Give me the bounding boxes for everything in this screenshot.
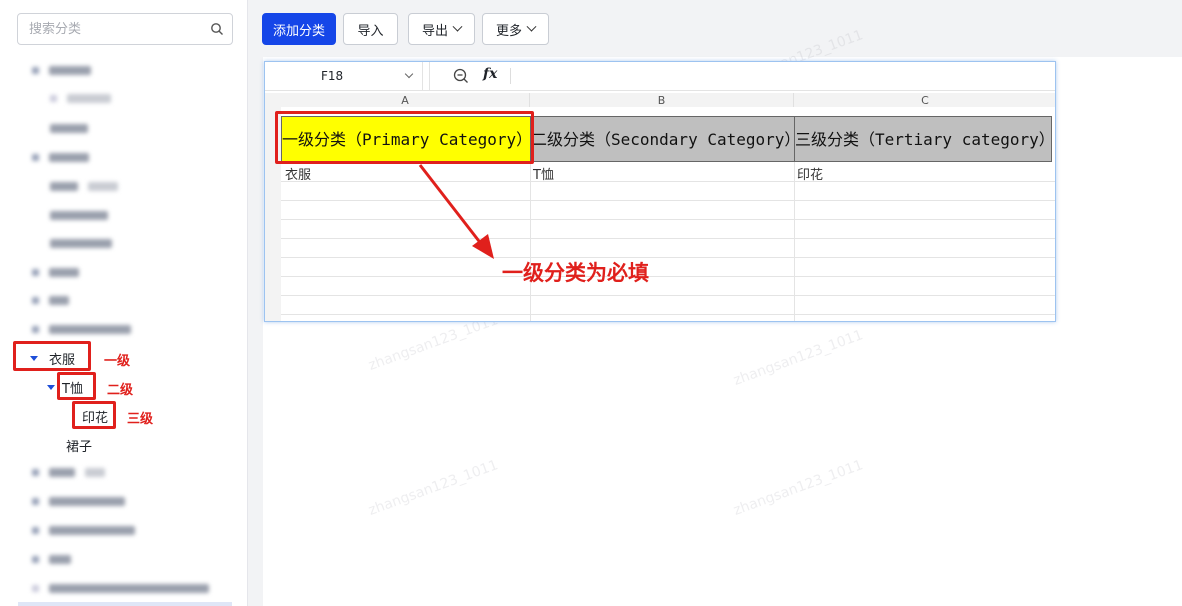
arrow-annotation (418, 164, 494, 259)
required-annotation: 一级分类为必填 (502, 261, 649, 285)
